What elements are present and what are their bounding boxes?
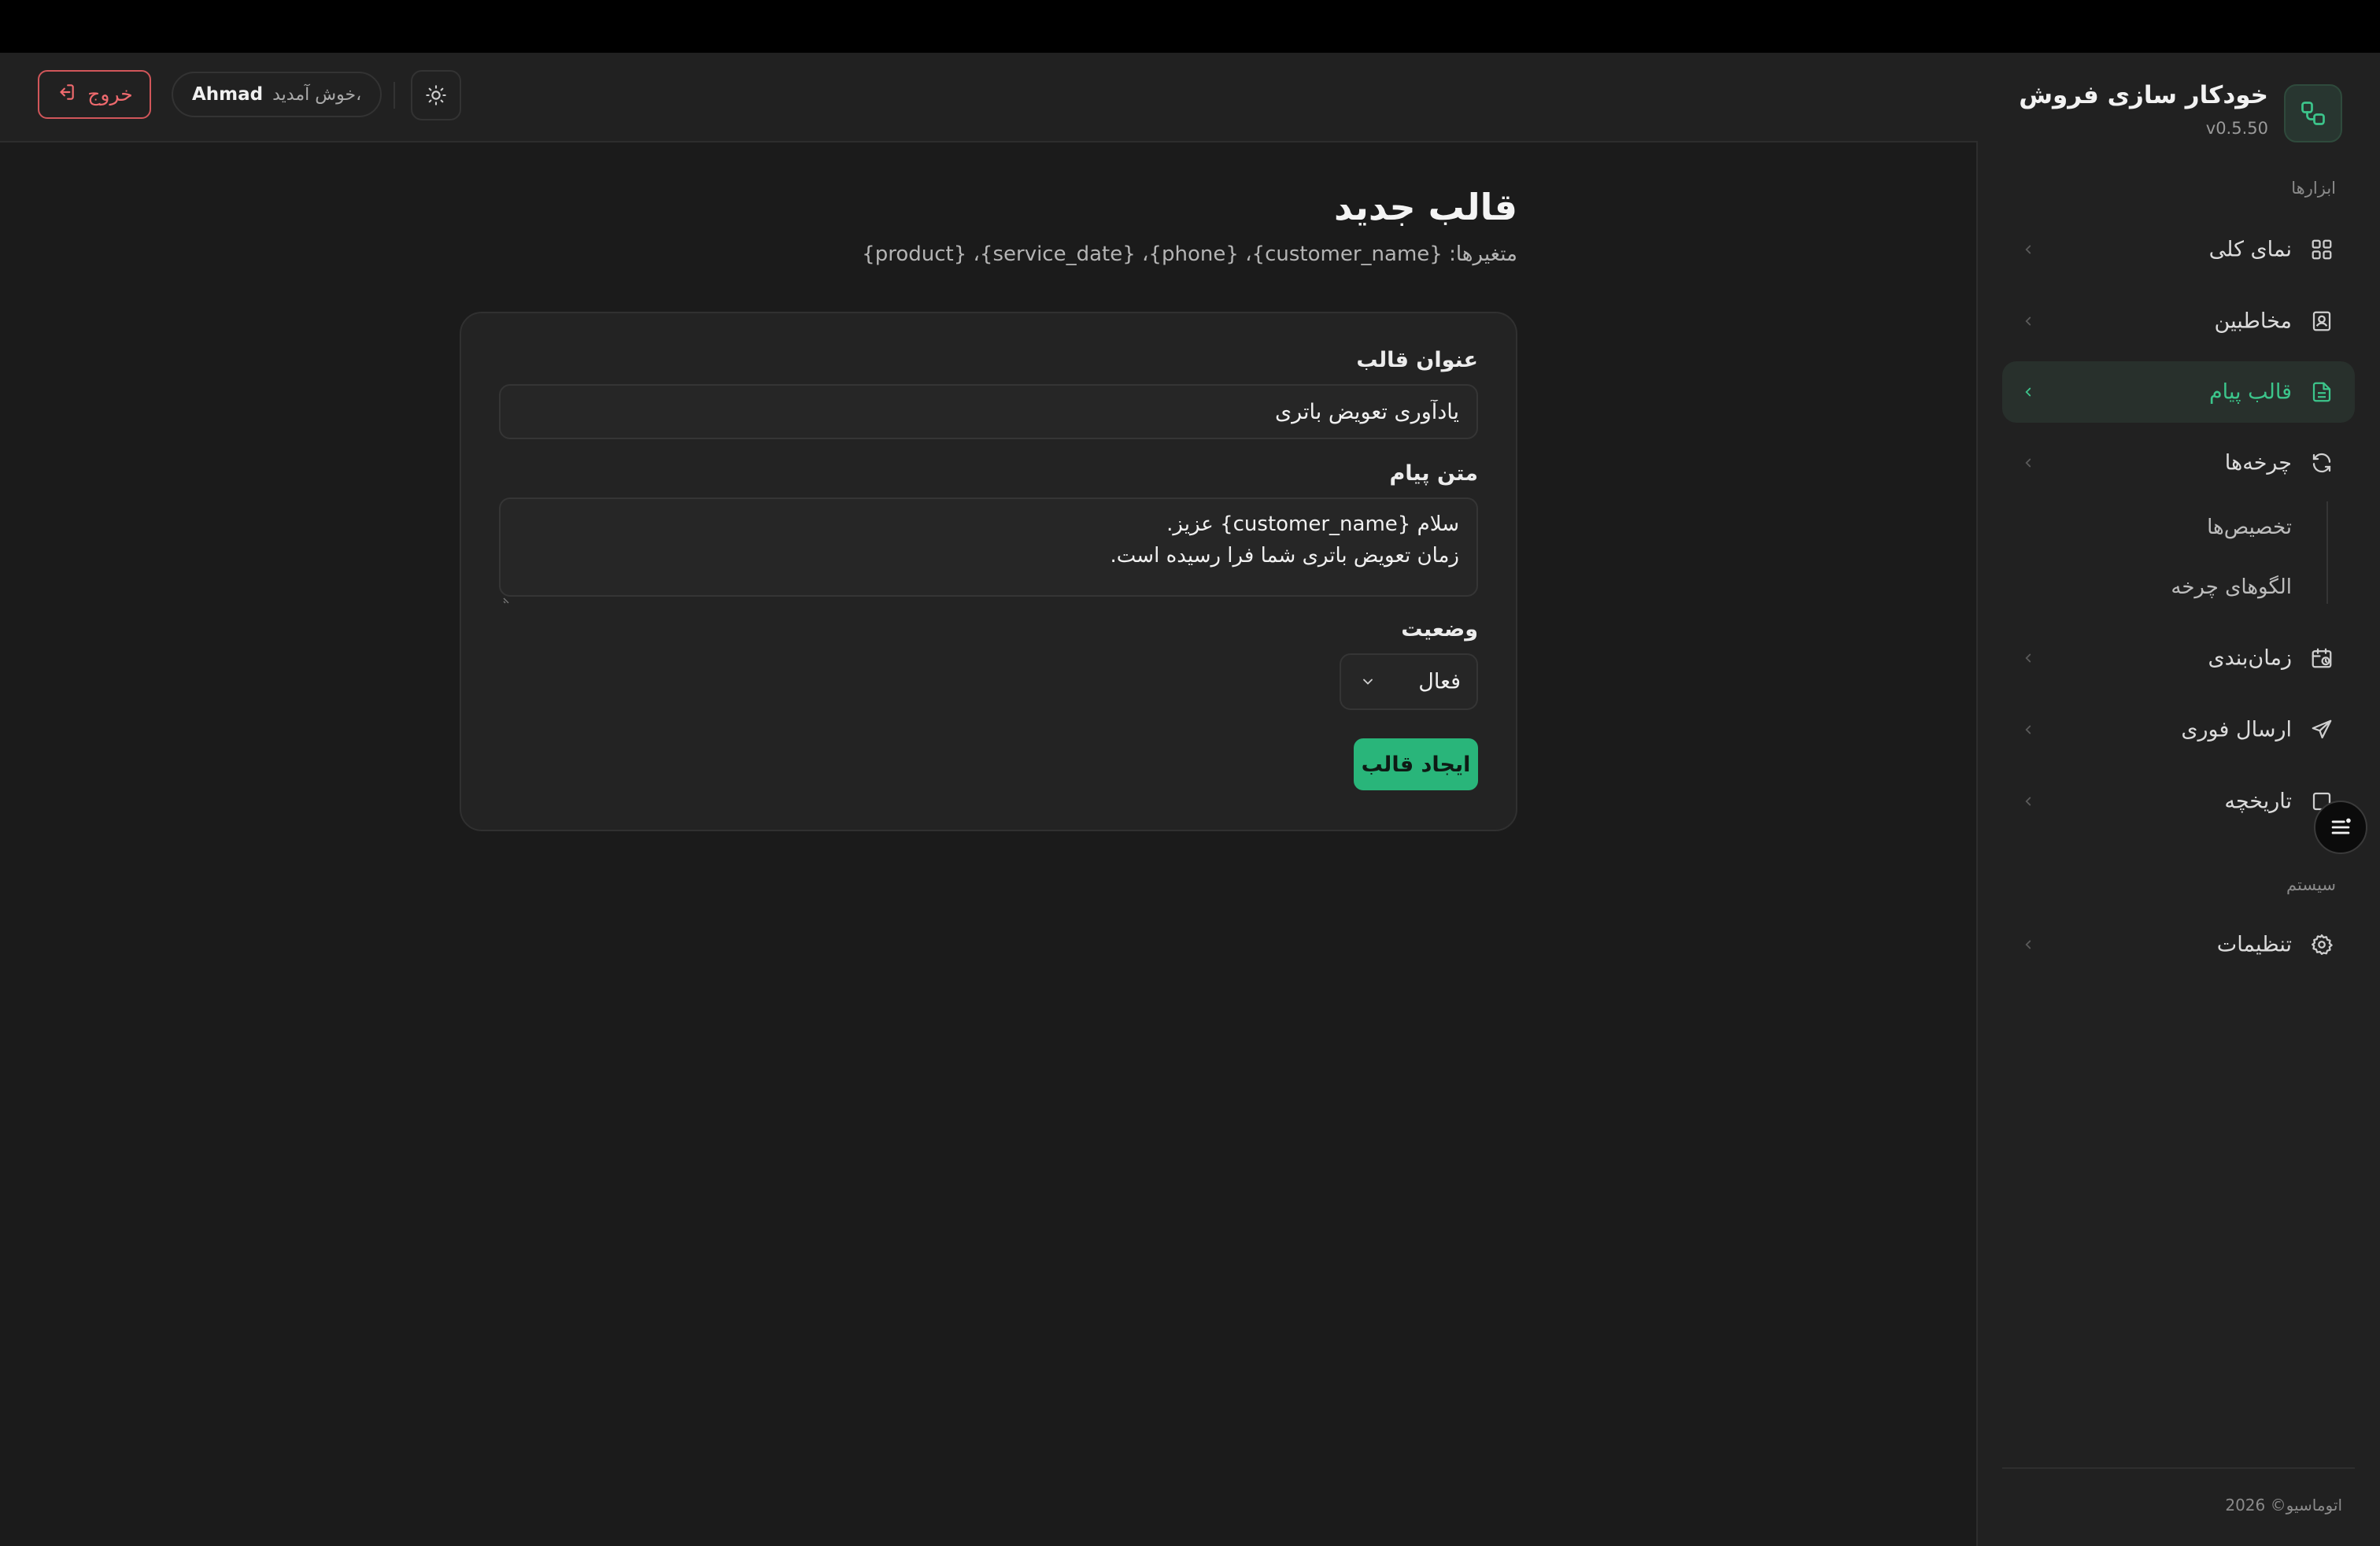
chevron-left-icon [2020, 649, 2037, 667]
sidebar-item-message-template[interactable]: قالب پیام [2002, 361, 2355, 423]
sidebar-item-label: ارسال فوری [2181, 717, 2292, 742]
submenu-guide-line [2326, 501, 2328, 604]
sidebar-item-label: نمای کلی [2208, 237, 2292, 262]
sidebar-item-label: چرخه‌ها [2224, 450, 2292, 475]
sidebar-item-contacts[interactable]: مخاطبین [2002, 290, 2355, 352]
chevron-left-icon [2020, 313, 2037, 330]
app-title: خودکار سازی فروش [2019, 81, 2268, 109]
header-divider [394, 82, 395, 109]
template-title-label: عنوان قالب [1356, 348, 1478, 372]
brand: خودکار سازی فروش v0.5.50 [1996, 81, 2342, 144]
send-icon [2308, 716, 2336, 744]
chevron-down-icon [1358, 672, 1377, 691]
app-logo-icon [2284, 84, 2342, 142]
refresh-icon [2308, 449, 2336, 477]
sidebar-item-label: تنظیمات [2216, 932, 2292, 957]
sidebar: خودکار سازی فروش v0.5.50 ابزارها نمای کل… [1976, 53, 2380, 1546]
welcome-badge: Ahmad خوش آمدید، [172, 72, 382, 117]
template-title-input[interactable] [499, 384, 1478, 439]
system-section-label: سیستم [2286, 875, 2336, 894]
theme-toggle-button[interactable] [411, 70, 461, 120]
welcome-text: خوش آمدید، [272, 84, 362, 105]
top-black-strip [0, 0, 2380, 53]
app-version: v0.5.50 [2205, 119, 2268, 138]
top-header: خروج Ahmad خوش آمدید، [0, 53, 1978, 142]
sidebar-item-label: زمان‌بندی [2208, 645, 2292, 671]
copyright: اتوماسیو© 2026 [2225, 1496, 2342, 1515]
message-body-line: سلام {customer_name} عزیز. [1166, 512, 1459, 536]
template-form-card: عنوان قالب متن پیام سلام {customer_name}… [460, 312, 1517, 831]
status-label: وضعیت [1401, 617, 1478, 642]
status-select[interactable]: فعال [1340, 653, 1478, 710]
create-template-button[interactable]: ایجاد قالب [1354, 738, 1478, 790]
sidebar-item-label: مخاطبین [2214, 309, 2292, 334]
resize-grip-icon[interactable] [502, 583, 513, 604]
sidebar-item-history[interactable]: تاریخچه [2002, 771, 2355, 832]
document-icon [2308, 378, 2336, 406]
chevron-left-icon [2020, 454, 2037, 472]
chevron-left-icon [2020, 721, 2037, 738]
message-body-line: زمان تعویض باتری شما فرا رسیده است. [1110, 544, 1459, 568]
status-select-value: فعال [1418, 669, 1461, 694]
logout-label: خروج [87, 83, 133, 105]
sidebar-item-overview[interactable]: نمای کلی [2002, 219, 2355, 280]
sidebar-subitem-cycle-patterns[interactable]: الگوهای چرخه [2171, 575, 2292, 599]
page-title: قالب جدید [1334, 186, 1517, 228]
sidebar-subitem-assignments[interactable]: تخصیص‌ها [2207, 516, 2292, 539]
sun-icon [426, 85, 446, 105]
logout-button[interactable]: خروج [38, 70, 151, 119]
floating-menu-button[interactable] [2314, 801, 2367, 854]
sidebar-item-scheduling[interactable]: زمان‌بندی [2002, 627, 2355, 689]
chevron-left-icon [2020, 793, 2037, 810]
tools-section-label: ابزارها [2291, 179, 2336, 198]
message-body-textarea[interactable]: سلام {customer_name} عزیز. زمان تعویض با… [499, 497, 1478, 604]
username: Ahmad [192, 84, 264, 105]
variables-hint: متغیرها: {customer_name}، {phone}، {serv… [862, 242, 1517, 266]
sidebar-item-settings[interactable]: تنظیمات [2002, 914, 2355, 975]
calendar-clock-icon [2308, 644, 2336, 672]
sidebar-item-label: قالب پیام [2208, 379, 2292, 405]
contact-card-icon [2308, 307, 2336, 335]
chevron-left-icon [2020, 383, 2037, 401]
sidebar-footer-divider [2002, 1467, 2355, 1469]
menu-icon [2331, 818, 2351, 834]
message-body-label: متن پیام [1389, 461, 1478, 486]
sidebar-item-label: تاریخچه [2224, 789, 2292, 814]
sidebar-item-instant-send[interactable]: ارسال فوری [2002, 699, 2355, 760]
logout-icon [56, 82, 76, 108]
chevron-left-icon [2020, 241, 2037, 258]
grid-icon [2308, 235, 2336, 264]
chevron-left-icon [2020, 936, 2037, 953]
gear-icon [2308, 930, 2336, 959]
sidebar-item-cycles[interactable]: چرخه‌ها [2002, 432, 2355, 494]
